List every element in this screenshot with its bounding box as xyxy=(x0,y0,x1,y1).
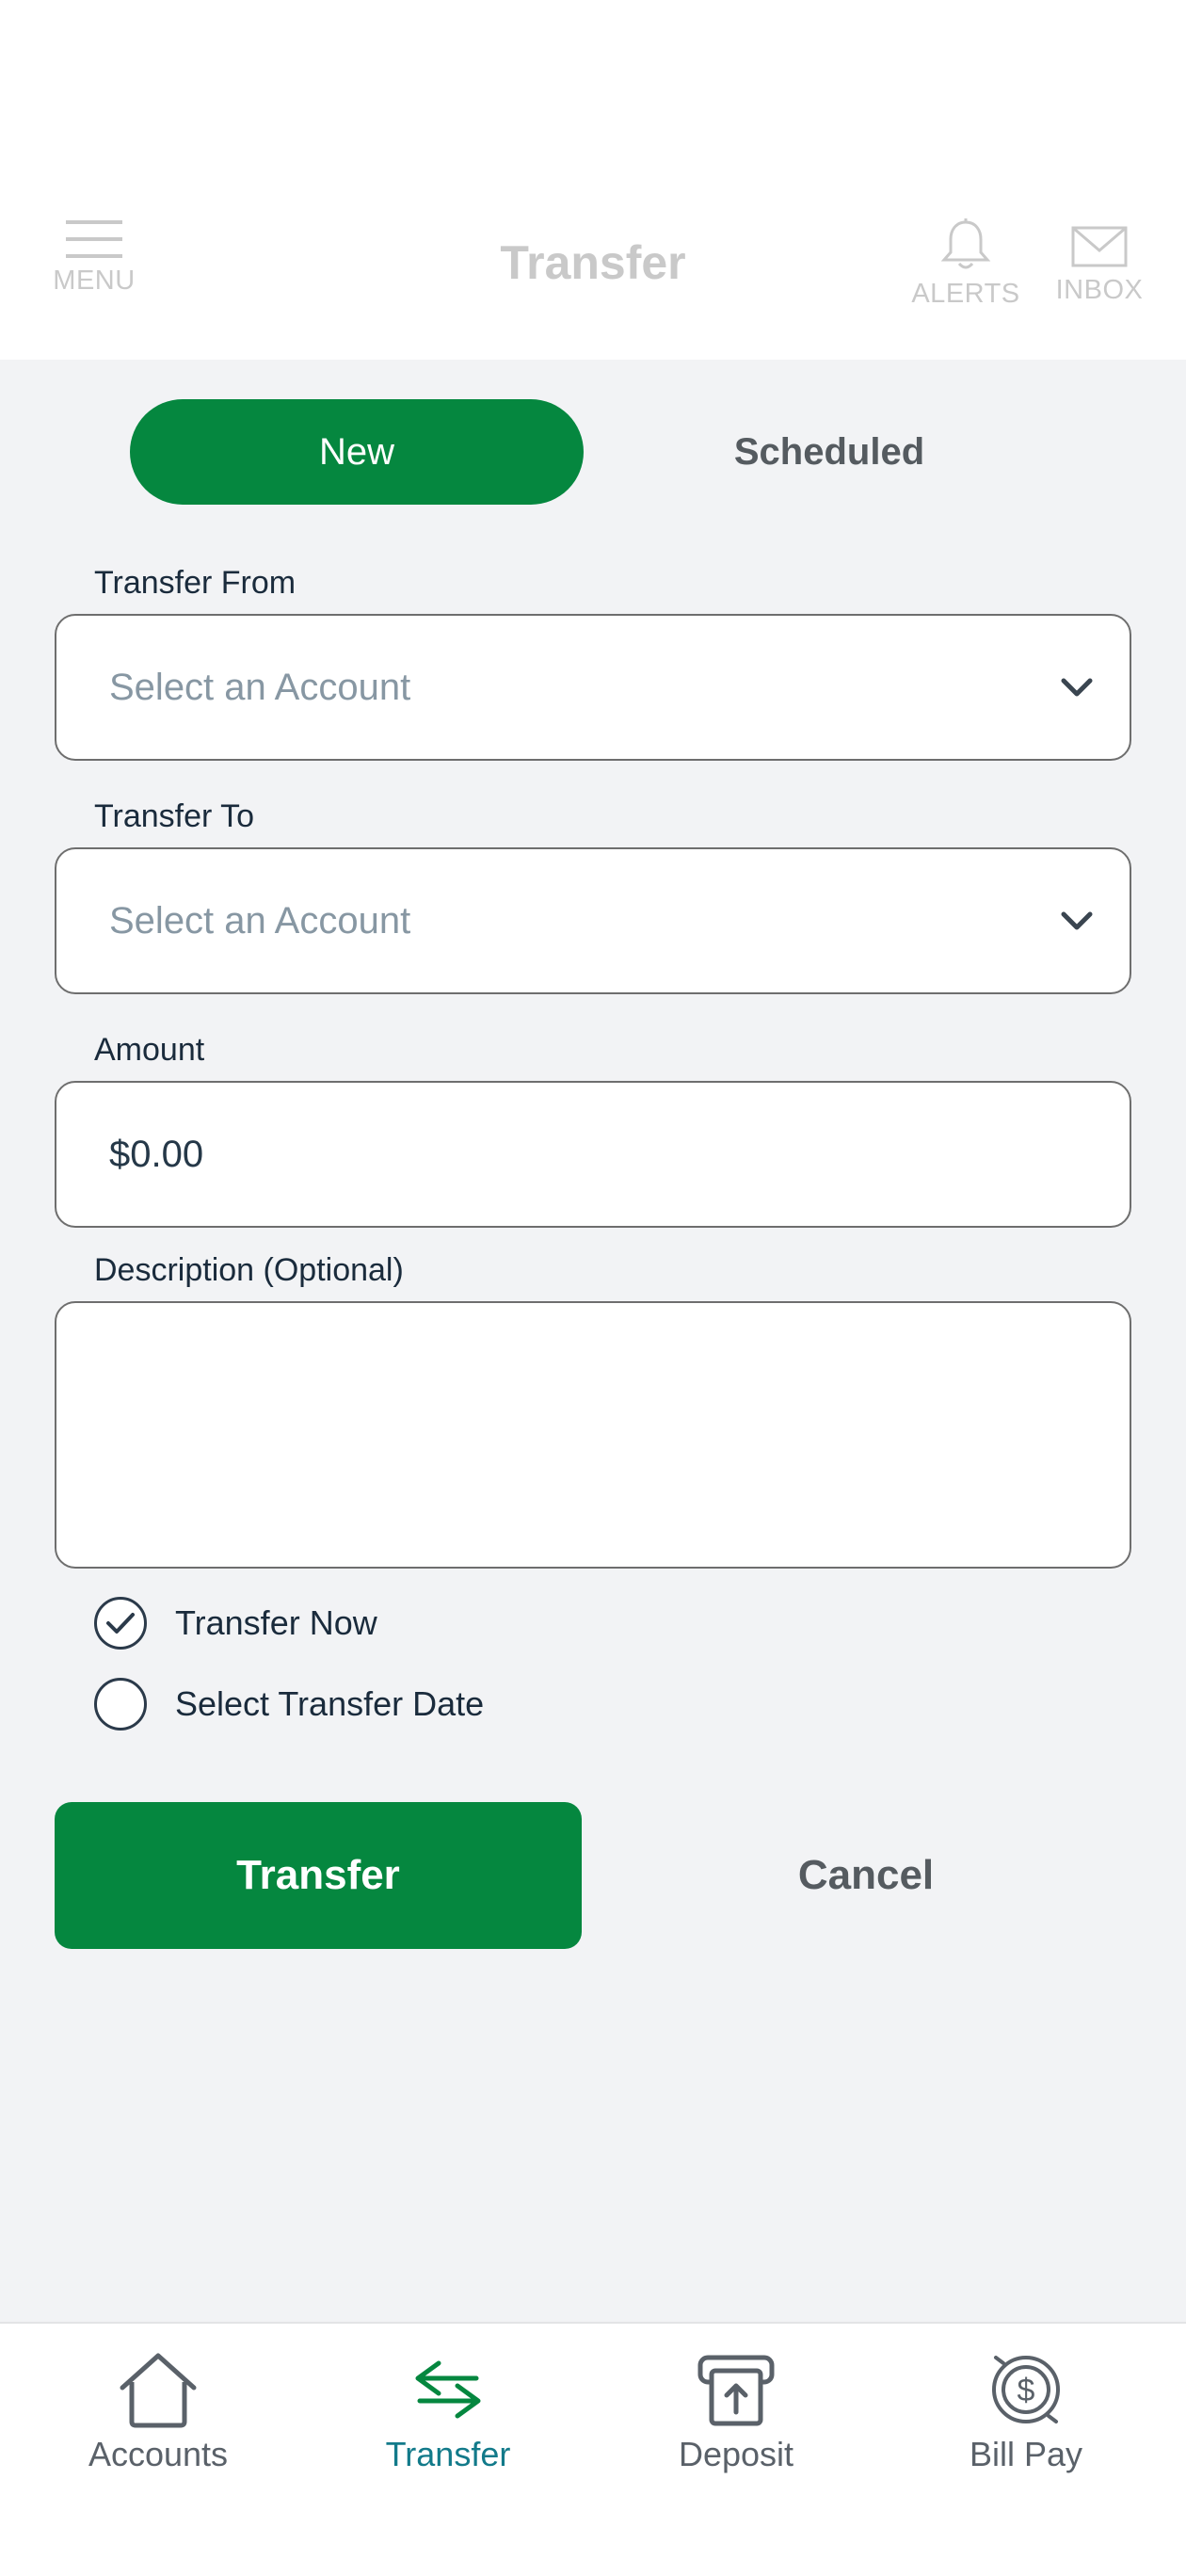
tab-new[interactable]: New xyxy=(130,399,584,505)
nav-item-accounts[interactable]: Accounts xyxy=(17,2350,299,2474)
inbox-label: INBOX xyxy=(1055,275,1144,305)
transfer-to-select[interactable]: Select an Account xyxy=(55,847,1131,994)
amount-label: Amount xyxy=(94,1032,205,1068)
app-header: MENU Transfer ALERTS INBOX xyxy=(0,0,1186,360)
home-icon xyxy=(120,2353,197,2428)
tab-scheduled[interactable]: Scheduled xyxy=(602,399,1056,505)
description-label: Description (Optional) xyxy=(94,1252,404,1288)
transfer-from-label: Transfer From xyxy=(94,565,296,601)
nav-item-transfer[interactable]: Transfer xyxy=(307,2350,589,2474)
nav-bill-pay-label: Bill Pay xyxy=(969,2435,1083,2473)
nav-transfer-label: Transfer xyxy=(385,2435,511,2473)
bill-pay-icon: $ xyxy=(992,2356,1060,2423)
radio-unchecked[interactable] xyxy=(94,1678,147,1731)
select-transfer-date-label: Select Transfer Date xyxy=(175,1684,485,1723)
transfer-to-placeholder: Select an Account xyxy=(109,899,411,942)
chevron-down-icon xyxy=(1061,911,1093,930)
bottom-nav: Accounts Transfer Deposit $ Bill Pay xyxy=(0,2322,1186,2576)
select-transfer-date-option[interactable]: Select Transfer Date xyxy=(94,1678,484,1731)
amount-input[interactable]: $0.00 xyxy=(55,1081,1131,1228)
transfer-now-label: Transfer Now xyxy=(175,1603,377,1642)
description-textarea[interactable] xyxy=(55,1301,1131,1569)
transfer-to-label: Transfer To xyxy=(94,798,255,834)
inbox-button[interactable]: INBOX xyxy=(1052,218,1146,306)
transfer-from-placeholder: Select an Account xyxy=(109,666,411,708)
svg-text:$: $ xyxy=(1018,2373,1035,2408)
alerts-label: ALERTS xyxy=(911,279,1020,309)
bell-icon xyxy=(940,218,991,269)
nav-deposit-label: Deposit xyxy=(678,2435,794,2473)
transfer-button[interactable]: Transfer xyxy=(55,1802,582,1949)
nav-item-bill-pay[interactable]: $ Bill Pay xyxy=(885,2350,1167,2474)
chevron-down-icon xyxy=(1061,678,1093,697)
cancel-button[interactable]: Cancel xyxy=(602,1802,1130,1949)
deposit-icon xyxy=(697,2355,775,2426)
transfer-arrows-icon xyxy=(415,2360,481,2419)
alerts-button[interactable]: ALERTS xyxy=(909,218,1022,310)
nav-accounts-label: Accounts xyxy=(88,2435,229,2473)
nav-item-deposit[interactable]: Deposit xyxy=(595,2350,877,2474)
transfer-now-option[interactable]: Transfer Now xyxy=(94,1597,377,1650)
envelope-icon xyxy=(1071,226,1128,267)
radio-checked[interactable] xyxy=(94,1597,147,1650)
amount-value: $0.00 xyxy=(109,1133,204,1175)
checkmark-icon xyxy=(106,1613,135,1634)
transfer-from-select[interactable]: Select an Account xyxy=(55,614,1131,761)
